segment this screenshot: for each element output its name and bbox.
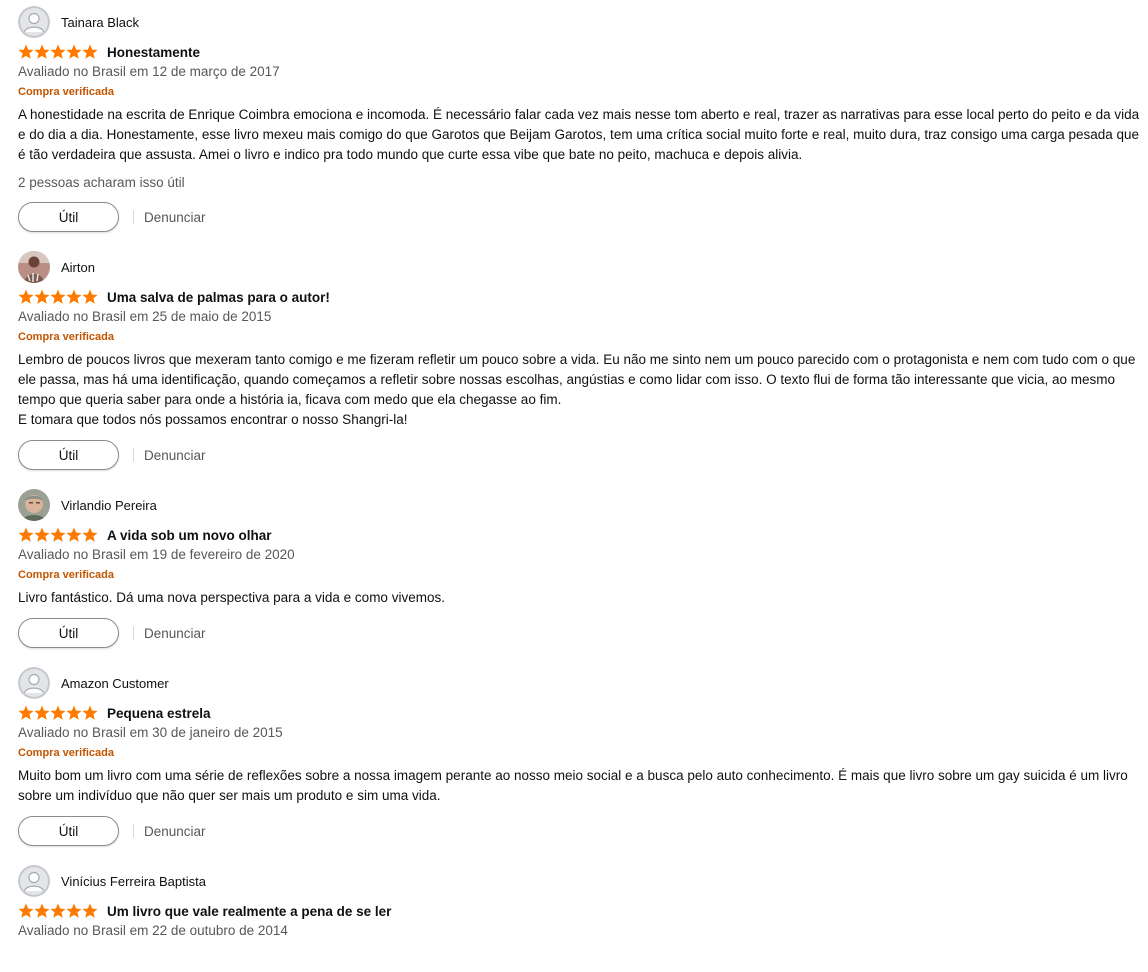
star-rating-icon[interactable]: [18, 289, 98, 305]
reviewer-name[interactable]: Airton: [61, 260, 95, 275]
review-item: Virlandio Pereira A vida sob um novo olh…: [18, 489, 1140, 649]
review-body: Muito bom um livro com uma série de refl…: [18, 768, 1128, 803]
reviewer-name[interactable]: Amazon Customer: [61, 676, 169, 691]
review-date: Avaliado no Brasil em 22 de outubro de 2…: [18, 923, 288, 938]
review-item: Tainara Black Honestamente Avaliado no B…: [18, 6, 1140, 233]
helpful-button[interactable]: Útil: [18, 440, 119, 470]
reviewer-name[interactable]: Tainara Black: [61, 15, 139, 30]
action-divider: [133, 824, 134, 838]
action-divider: [133, 210, 134, 224]
review-title[interactable]: A vida sob um novo olhar: [107, 528, 272, 543]
verified-purchase-badge: Compra verificada: [18, 331, 114, 343]
review-date: Avaliado no Brasil em 12 de março de 201…: [18, 64, 280, 79]
star-rating-icon[interactable]: [18, 527, 98, 543]
reviewer-profile[interactable]: Virlandio Pereira: [18, 489, 1140, 521]
review-body: Livro fantástico. Dá uma nova perspectiv…: [18, 590, 445, 605]
star-rating-icon[interactable]: [18, 705, 98, 721]
user-photo-avatar-icon: [18, 489, 50, 521]
report-link[interactable]: Denunciar: [144, 448, 206, 463]
helpful-count: 2 pessoas acharam isso útil: [18, 175, 185, 190]
verified-purchase-badge: Compra verificada: [18, 569, 114, 581]
review-title[interactable]: Uma salva de palmas para o autor!: [107, 290, 330, 305]
review-title[interactable]: Pequena estrela: [107, 706, 211, 721]
reviewer-profile[interactable]: Airton: [18, 251, 1140, 283]
reviewer-name[interactable]: Vinícius Ferreira Baptista: [61, 874, 206, 889]
default-avatar-icon: [18, 667, 50, 699]
star-rating-icon[interactable]: [18, 903, 98, 919]
helpful-button[interactable]: Útil: [18, 816, 119, 846]
review-item: Vinícius Ferreira Baptista Um livro que …: [18, 865, 1140, 940]
verified-purchase-badge: Compra verificada: [18, 86, 114, 98]
report-link[interactable]: Denunciar: [144, 210, 206, 225]
star-rating-icon[interactable]: [18, 44, 98, 60]
review-item: Amazon Customer Pequena estrela Avaliado…: [18, 667, 1140, 847]
review-item: Airton Uma salva de palmas para o autor!…: [18, 251, 1140, 471]
review-date: Avaliado no Brasil em 19 de fevereiro de…: [18, 547, 295, 562]
review-date: Avaliado no Brasil em 25 de maio de 2015: [18, 309, 272, 324]
report-link[interactable]: Denunciar: [144, 626, 206, 641]
user-photo-avatar-icon: [18, 251, 50, 283]
reviewer-profile[interactable]: Amazon Customer: [18, 667, 1140, 699]
reviewer-name[interactable]: Virlandio Pereira: [61, 498, 157, 513]
reviews-list: Tainara Black Honestamente Avaliado no B…: [0, 6, 1148, 940]
action-divider: [133, 626, 134, 640]
default-avatar-icon: [18, 6, 50, 38]
reviewer-profile[interactable]: Vinícius Ferreira Baptista: [18, 865, 1140, 897]
review-title[interactable]: Honestamente: [107, 45, 200, 60]
reviewer-profile[interactable]: Tainara Black: [18, 6, 1140, 38]
review-date: Avaliado no Brasil em 30 de janeiro de 2…: [18, 725, 283, 740]
action-divider: [133, 448, 134, 462]
review-body: Lembro de poucos livros que mexeram tant…: [18, 352, 1136, 427]
helpful-button[interactable]: Útil: [18, 618, 119, 648]
review-title[interactable]: Um livro que vale realmente a pena de se…: [107, 904, 391, 919]
helpful-button[interactable]: Útil: [18, 202, 119, 232]
default-avatar-icon: [18, 865, 50, 897]
verified-purchase-badge: Compra verificada: [18, 747, 114, 759]
report-link[interactable]: Denunciar: [144, 824, 206, 839]
review-body: A honestidade na escrita de Enrique Coim…: [18, 107, 1140, 162]
